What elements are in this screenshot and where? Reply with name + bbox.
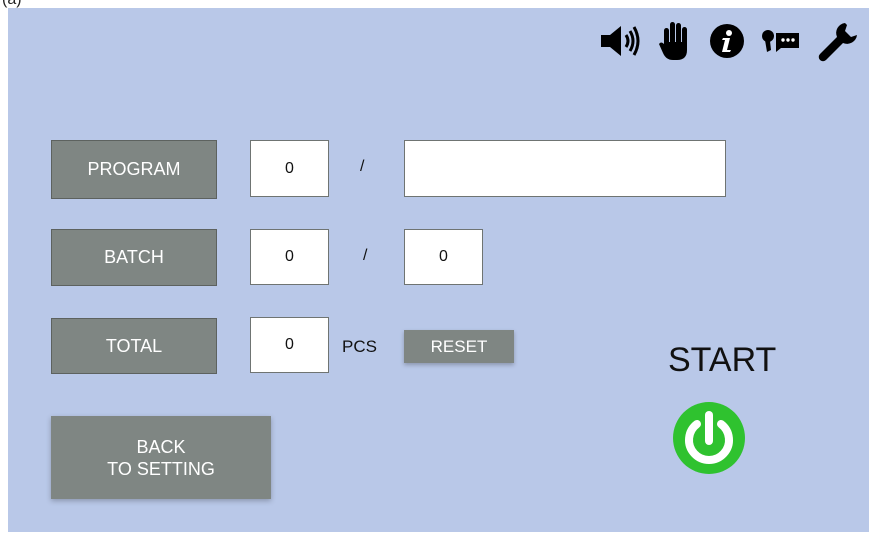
toolbar [583, 18, 861, 64]
speech-icon[interactable] [761, 26, 801, 56]
program-button[interactable]: PROGRAM [51, 140, 217, 199]
total-unit-label: PCS [342, 337, 377, 356]
hmi-panel: PROGRAM 0 / BATCH 0 / 0 TOTAL 0 PCS RESE… [8, 8, 869, 532]
program-separator: / [360, 158, 365, 175]
back-label-line2: TO SETTING [107, 458, 215, 479]
back-label-line1: BACK [136, 436, 186, 457]
reset-button[interactable]: RESET [404, 330, 514, 363]
total-count-field[interactable]: 0 [250, 317, 329, 373]
program-name-field[interactable] [404, 140, 726, 197]
batch-separator: / [363, 247, 368, 264]
start-label: START [668, 341, 777, 379]
batch-target-field[interactable]: 0 [404, 229, 483, 285]
corner-label: (a) [2, 0, 22, 8]
total-button[interactable]: TOTAL [51, 318, 217, 374]
start-button[interactable] [672, 401, 746, 480]
speaker-icon[interactable] [599, 24, 643, 58]
wrench-icon[interactable] [817, 19, 861, 63]
hand-icon[interactable] [659, 20, 693, 62]
program-number-field[interactable]: 0 [250, 140, 329, 197]
batch-button[interactable]: BATCH [51, 229, 217, 286]
batch-count-field[interactable]: 0 [250, 229, 329, 285]
back-to-setting-button[interactable]: BACK TO SETTING [51, 416, 271, 499]
info-icon[interactable] [709, 23, 745, 59]
power-icon [673, 402, 745, 474]
